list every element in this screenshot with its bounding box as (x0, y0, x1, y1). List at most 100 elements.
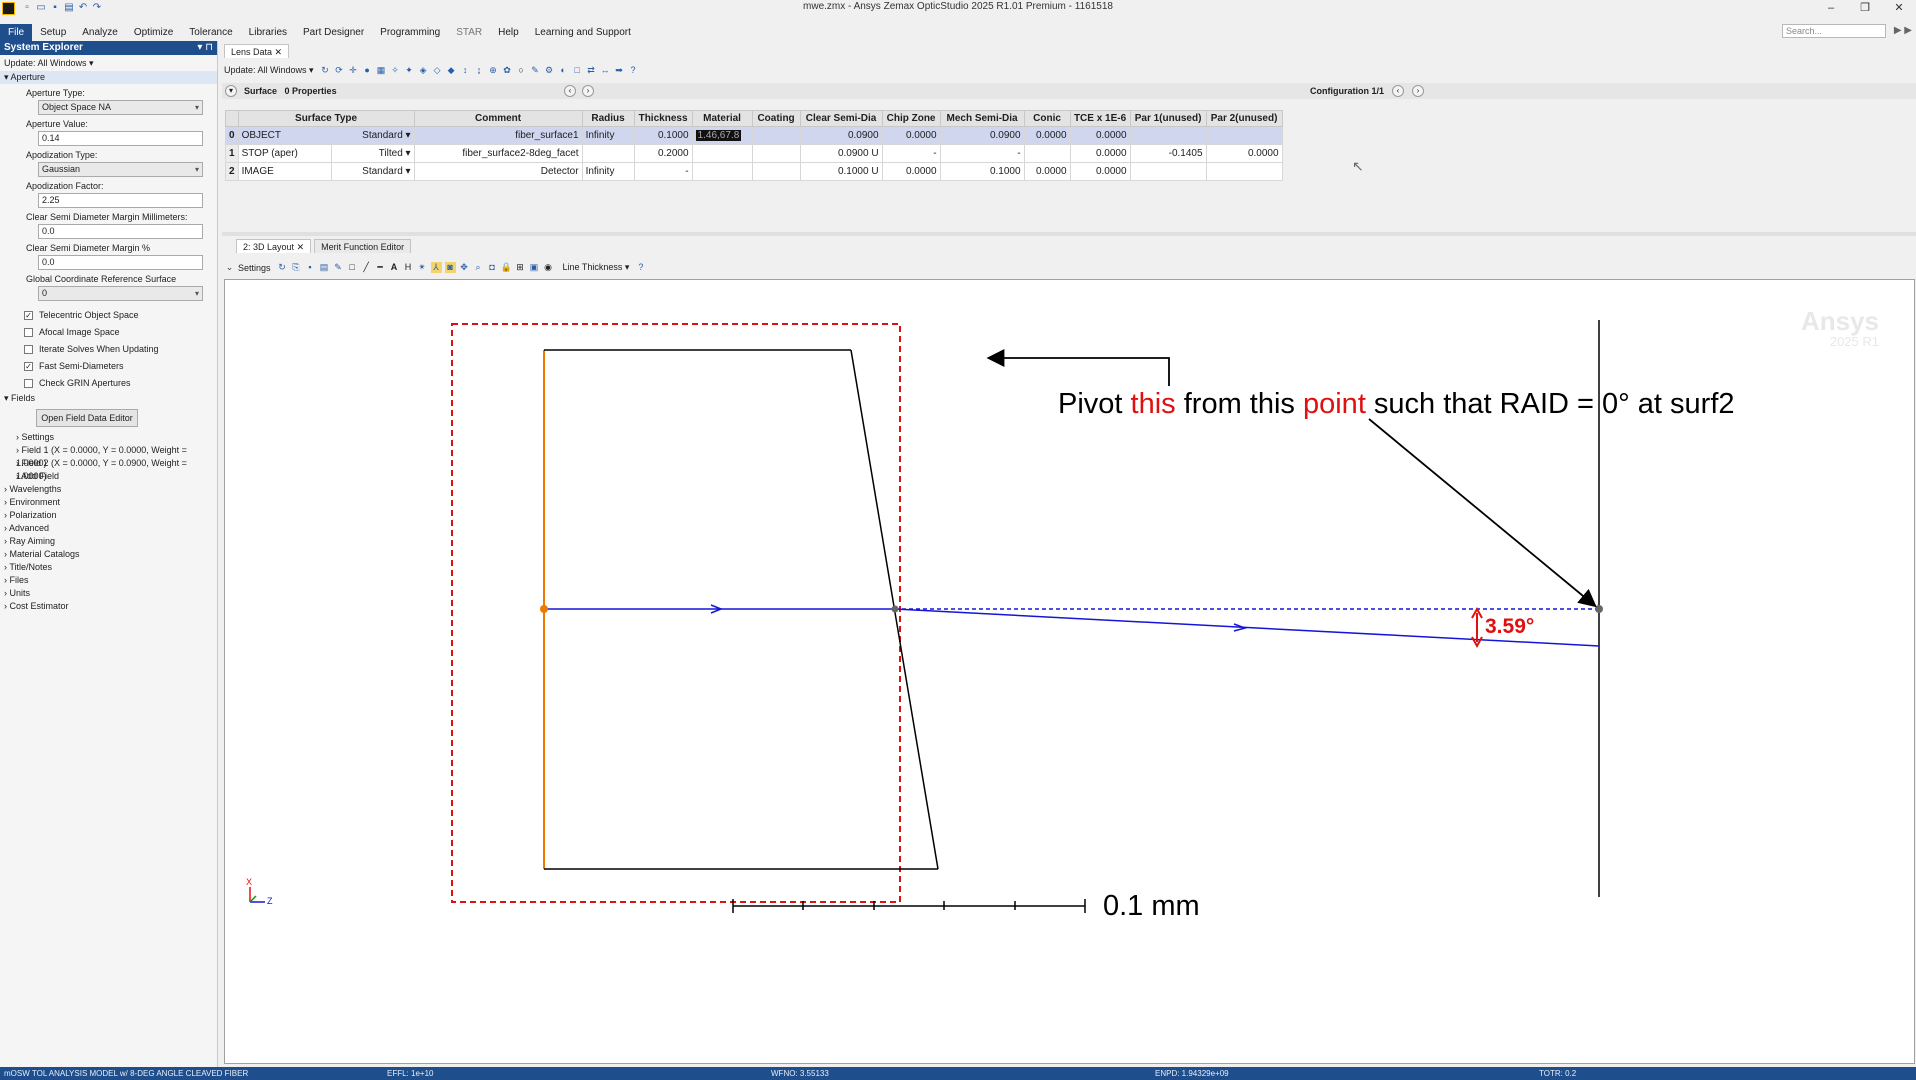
apodization-factor-input[interactable]: 2.25 (38, 193, 203, 208)
clear-margin-pct-input[interactable]: 0.0 (38, 255, 203, 270)
tool-icon[interactable]: □ (572, 65, 583, 76)
conic-cell[interactable]: 0.0000 (1023, 126, 1071, 145)
text-icon[interactable]: A (389, 262, 400, 273)
mech-semi-dia-cell[interactable]: - (939, 144, 1025, 163)
surface-name[interactable]: OBJECT (237, 126, 333, 145)
menu-analyze[interactable]: Analyze (74, 24, 126, 41)
tree-item-units[interactable]: › Units (0, 587, 217, 600)
tool-icon[interactable]: ◐ (558, 65, 569, 76)
column-header[interactable]: Conic (1023, 110, 1071, 127)
thickness-cell[interactable]: 0.2000 (633, 144, 693, 163)
material-cell[interactable] (691, 144, 753, 163)
tool-icon[interactable]: ↨ (474, 65, 485, 76)
clear-margin-mm-input[interactable]: 0.0 (38, 224, 203, 239)
coating-cell[interactable] (751, 144, 801, 163)
comment-cell[interactable]: Detector (413, 162, 583, 181)
column-header[interactable]: Thickness (633, 110, 693, 127)
close-button[interactable]: ✕ (1882, 0, 1916, 17)
column-header[interactable]: Clear Semi-Dia (799, 110, 883, 127)
surface-type-select[interactable]: Standard ▾ (331, 126, 415, 145)
radius-cell[interactable]: Infinity (581, 162, 635, 181)
checkbox-afocal[interactable] (24, 328, 33, 337)
copy-icon[interactable]: ⎘ (291, 262, 302, 273)
tool-icon[interactable]: ◈ (418, 65, 429, 76)
refresh-icon[interactable]: ↻ (320, 65, 331, 76)
chip-zone-cell[interactable]: 0.0000 (881, 126, 941, 145)
arrows-icon[interactable]: ↔ (600, 65, 611, 76)
par2-cell[interactable] (1205, 126, 1283, 145)
material-cell[interactable]: 1.46,67.8 (691, 126, 753, 145)
surface-type-select[interactable]: Tilted ▾ (331, 144, 415, 163)
par2-cell[interactable] (1205, 162, 1283, 181)
par1-cell[interactable]: -0.1405 (1129, 144, 1207, 163)
comment-cell[interactable]: fiber_surface1 (413, 126, 583, 145)
prev-surface-icon[interactable]: ‹ (564, 85, 576, 97)
checkbox-grin[interactable] (24, 379, 33, 388)
column-header[interactable]: Chip Zone (881, 110, 941, 127)
tce-cell[interactable]: 0.0000 (1069, 144, 1131, 163)
tool-icon[interactable]: ✿ (502, 65, 513, 76)
refresh-icon[interactable]: ↻ (277, 262, 288, 273)
checkbox-afocal-image-space[interactable]: Afocal Image Space (0, 324, 217, 341)
search-input[interactable]: Search... (1782, 24, 1886, 38)
tree-item-advanced[interactable]: › Advanced (0, 522, 217, 535)
surface-name[interactable]: STOP (aper) (237, 144, 333, 163)
tool-icon[interactable]: ⚙ (544, 65, 555, 76)
clear-semi-dia-cell[interactable]: 0.1000 U (799, 162, 883, 181)
tree-item-add-field[interactable]: › Add Field (0, 470, 217, 483)
mech-semi-dia-cell[interactable]: 0.1000 (939, 162, 1025, 181)
coating-cell[interactable] (751, 126, 801, 145)
radius-cell[interactable] (581, 144, 635, 163)
checkbox-fast-semi[interactable]: ✓ (24, 362, 33, 371)
aperture-type-select[interactable]: Object Space NA (38, 100, 203, 115)
conic-cell[interactable]: 0.0000 (1023, 162, 1071, 181)
layout-canvas[interactable]: Ansys 2025 R1 Pivot this from this point… (224, 279, 1915, 1064)
hline-icon[interactable]: ━ (375, 262, 386, 273)
help-icon[interactable]: ? (628, 65, 639, 76)
material-edit-input[interactable]: 1.46,67.8 (695, 130, 742, 141)
material-cell[interactable] (691, 162, 753, 181)
layout-drawing[interactable]: Ansys 2025 R1 Pivot this from this point… (225, 280, 1914, 1063)
menu-optimize[interactable]: Optimize (126, 24, 181, 41)
tree-item-material-catalogs[interactable]: › Material Catalogs (0, 548, 217, 561)
arrows-icon[interactable]: ⇄ (586, 65, 597, 76)
clear-semi-dia-cell[interactable]: 0.0900 (799, 126, 883, 145)
zoom-icon[interactable]: ⌕ (473, 262, 484, 273)
par1-cell[interactable] (1129, 162, 1207, 181)
tree-item-environment[interactable]: › Environment (0, 496, 217, 509)
print-icon[interactable]: ▤ (319, 262, 330, 273)
tree-item-files[interactable]: › Files (0, 574, 217, 587)
radius-cell[interactable]: Infinity (581, 126, 635, 145)
menu-part-designer[interactable]: Part Designer (295, 24, 372, 41)
checkbox-iterate-solves[interactable]: Iterate Solves When Updating (0, 341, 217, 358)
tab-merit-function-editor[interactable]: Merit Function Editor (314, 239, 412, 253)
conic-cell[interactable] (1023, 144, 1071, 163)
checkbox-iterate[interactable] (24, 345, 33, 354)
prev-config-icon[interactable]: ‹ (1392, 85, 1404, 97)
lens-update-dropdown[interactable]: Update: All Windows ▾ (224, 65, 314, 76)
menu-tolerance[interactable]: Tolerance (181, 24, 240, 41)
panel-divider[interactable] (222, 232, 1916, 236)
close-tab-icon[interactable]: ✕ (297, 242, 305, 252)
save-icon[interactable]: ▪ (305, 262, 316, 273)
tool-icon[interactable]: ↕ (460, 65, 471, 76)
column-header[interactable]: Par 2(unused) (1205, 110, 1283, 127)
menu-help[interactable]: Help (490, 24, 527, 41)
search-go-icon[interactable]: ▶ ▶ (1894, 25, 1912, 36)
next-config-icon[interactable]: › (1412, 85, 1424, 97)
axes-icon[interactable]: ⅄ (430, 262, 442, 273)
target-icon[interactable]: ◉ (543, 262, 554, 273)
column-header[interactable]: Radius (581, 110, 635, 127)
tab-3d-layout[interactable]: 2: 3D Layout ✕ (236, 239, 312, 253)
coating-cell[interactable] (751, 162, 801, 181)
tce-cell[interactable]: 0.0000 (1069, 126, 1131, 145)
update-icon[interactable]: ⟳ (334, 65, 345, 76)
tree-item-cost-estimator[interactable]: › Cost Estimator (0, 600, 217, 613)
par1-cell[interactable] (1129, 126, 1207, 145)
menu-programming[interactable]: Programming (372, 24, 448, 41)
checkbox-telecentric[interactable]: ✓ (24, 311, 33, 320)
tree-item-field-settings[interactable]: › Settings (0, 431, 217, 444)
thickness-cell[interactable]: - (633, 162, 693, 181)
apodization-type-select[interactable]: Gaussian (38, 162, 203, 177)
minimize-button[interactable]: – (1814, 0, 1848, 17)
